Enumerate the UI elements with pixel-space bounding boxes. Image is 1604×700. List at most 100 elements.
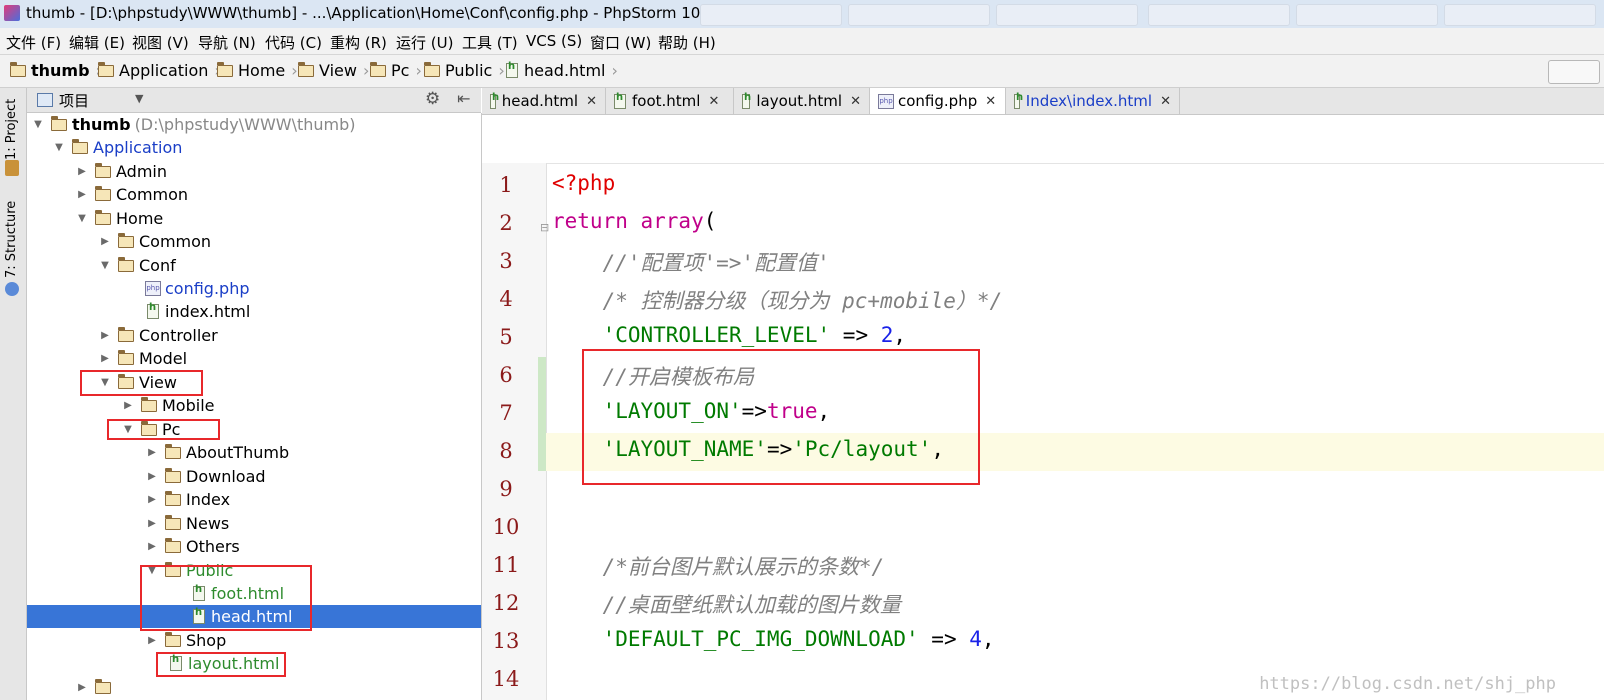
tab-config-php[interactable]: php config.php ✕ [870, 88, 1006, 114]
breadcrumb-item-view[interactable]: View › [297, 61, 369, 80]
tree-node-index-html[interactable]: index.html [147, 300, 250, 323]
fold-icon[interactable]: ⊟ [540, 221, 549, 234]
menu-view[interactable]: 视图 (V) [132, 32, 189, 53]
folder-icon [164, 537, 181, 553]
tree-node-home-common[interactable]: ▶ Common [98, 230, 211, 253]
tree-node-home[interactable]: ▼ Home [75, 207, 163, 230]
folder-icon [297, 61, 314, 77]
hide-panel-icon[interactable]: ⇤ [457, 89, 470, 108]
tree-node-controller[interactable]: ▶ Controller [98, 324, 218, 347]
menu-refactor[interactable]: 重构 (R) [330, 32, 387, 53]
tree-label: Application [93, 138, 183, 157]
close-icon[interactable]: ✕ [985, 94, 996, 109]
code-line[interactable]: //桌面壁纸默认加载的图片数量 [552, 589, 901, 619]
tree-label: Model [139, 349, 188, 368]
chevron-right-icon[interactable]: ▶ [98, 353, 112, 364]
code-line[interactable]: 'DEFAULT_PC_IMG_DOWNLOAD' => 4, [552, 627, 995, 651]
tree-node-common[interactable]: ▶ Common [75, 183, 188, 206]
tree-node-others[interactable]: ▶ Others [145, 535, 240, 558]
tree-node-index[interactable]: ▶ Index [145, 488, 230, 511]
tree-node-aboutthumb[interactable]: ▶ AboutThumb [145, 441, 289, 464]
code-token: /* 控制器分级（现分为 pc+mobile）*/ [552, 289, 1003, 313]
breadcrumb-item-home[interactable]: Home › [216, 61, 298, 80]
code-line[interactable]: /*前台图片默认展示的条数*/ [552, 551, 885, 581]
menu-tools[interactable]: 工具 (T) [462, 32, 518, 53]
chevron-down-icon[interactable]: ▼ [52, 142, 66, 153]
tree-node-news[interactable]: ▶ News [145, 512, 229, 535]
menu-help[interactable]: 帮助 (H) [658, 32, 716, 53]
chevron-down-icon[interactable]: ▼ [75, 213, 89, 224]
code-line[interactable]: /* 控制器分级（现分为 pc+mobile）*/ [552, 285, 1003, 315]
highlight-box-view [80, 370, 203, 396]
tab-foot-html[interactable]: foot.html ✕ [606, 88, 734, 114]
line-number: 11 [492, 553, 520, 577]
chevron-right-icon[interactable]: ▶ [145, 541, 159, 552]
tab-head-html[interactable]: head.html ✕ [482, 88, 606, 114]
close-icon[interactable]: ✕ [586, 94, 597, 109]
tree-node-download[interactable]: ▶ Download [145, 465, 265, 488]
breadcrumb-item-public[interactable]: Public › [423, 61, 505, 80]
chevron-right-icon[interactable]: ▶ [98, 236, 112, 247]
breadcrumb-item-thumb[interactable]: thumb› [9, 61, 102, 80]
chevron-right-icon[interactable]: ▶ [145, 471, 159, 482]
html-file-icon [490, 92, 499, 109]
html-file-icon [742, 92, 752, 109]
tree-node-mobile[interactable]: ▶ Mobile [121, 394, 214, 417]
chevron-down-icon[interactable]: ▼ [98, 260, 112, 271]
tree-node-model[interactable]: ▶ Model [98, 347, 187, 370]
code-line[interactable]: //'配置项'=>'配置值' [552, 247, 830, 277]
close-icon[interactable]: ✕ [708, 94, 719, 109]
menu-navigate[interactable]: 导航 (N) [198, 32, 256, 53]
chevron-right-icon[interactable]: ▶ [145, 494, 159, 505]
code-line[interactable]: <?php [552, 171, 615, 195]
project-tool-button[interactable]: 1: Project [4, 99, 19, 160]
chevron-right-icon[interactable]: ▶ [145, 447, 159, 458]
structure-tool-icon [5, 282, 19, 296]
close-icon[interactable]: ✕ [850, 94, 861, 109]
chevron-right-icon[interactable]: ▶ [98, 330, 112, 341]
chevron-right-icon[interactable]: ▶ [75, 682, 89, 693]
breadcrumb-item-head-html[interactable]: head.html › [506, 61, 618, 80]
menu-edit[interactable]: 编辑 (E) [69, 32, 125, 53]
chevron-down-icon[interactable]: ▼ [135, 92, 143, 105]
run-config-dropdown[interactable] [1548, 60, 1600, 84]
tree-node-application[interactable]: ▼ Application [52, 136, 182, 159]
chevron-right-icon[interactable]: ▶ [145, 518, 159, 529]
menu-vcs[interactable]: VCS (S) [526, 32, 582, 50]
menu-file[interactable]: 文件 (F) [6, 32, 61, 53]
tree-label: Conf [139, 256, 176, 275]
chevron-down-icon[interactable]: ▼ [31, 119, 45, 130]
tree-node-root[interactable]: ▼ thumb (D:\phpstudy\WWW\thumb) [31, 113, 355, 136]
tree-node-conf[interactable]: ▼ Conf [98, 254, 176, 277]
structure-tool-button[interactable]: 7: Structure [4, 201, 19, 278]
chevron-right-icon[interactable]: ▶ [145, 635, 159, 646]
chevron-right-icon[interactable]: ▶ [75, 166, 89, 177]
line-number: 12 [492, 591, 520, 615]
code-line[interactable]: return array( [552, 209, 716, 233]
menu-bar: 文件 (F) 编辑 (E) 视图 (V) 导航 (N) 代码 (C) 重构 (R… [0, 28, 1604, 55]
html-file-icon [147, 302, 159, 319]
breadcrumb-item-pc[interactable]: Pc › [369, 61, 422, 80]
code-token: => [918, 627, 970, 651]
breadcrumb-label: View [319, 61, 357, 80]
breadcrumb-item-application[interactable]: Application› [97, 61, 221, 80]
menu-run[interactable]: 运行 (U) [396, 32, 453, 53]
tab-layout-html[interactable]: layout.html ✕ [734, 88, 870, 114]
breadcrumb-label: Application [119, 61, 209, 80]
tree-node-partial[interactable]: ▶ [75, 676, 116, 699]
tree-label: index.html [165, 302, 251, 321]
tree-node-shop[interactable]: ▶ Shop [145, 629, 226, 652]
chevron-right-icon[interactable]: ▶ [121, 400, 135, 411]
menu-code[interactable]: 代码 (C) [265, 32, 322, 53]
menu-window[interactable]: 窗口 (W) [590, 32, 651, 53]
tab-index-index-html[interactable]: Index\index.html ✕ [1006, 88, 1180, 114]
chevron-right-icon[interactable]: ▶ [75, 189, 89, 200]
code-token: 4 [969, 627, 982, 651]
close-icon[interactable]: ✕ [1160, 94, 1171, 109]
gear-icon[interactable]: ⚙ [425, 89, 440, 109]
tree-node-config-php[interactable]: php config.php [145, 277, 250, 300]
project-view-selector[interactable]: 项目 [59, 90, 89, 111]
code-line[interactable]: 'CONTROLLER_LEVEL' => 2, [552, 323, 906, 347]
tree-node-admin[interactable]: ▶ Admin [75, 160, 167, 183]
project-view-icon [37, 93, 53, 107]
